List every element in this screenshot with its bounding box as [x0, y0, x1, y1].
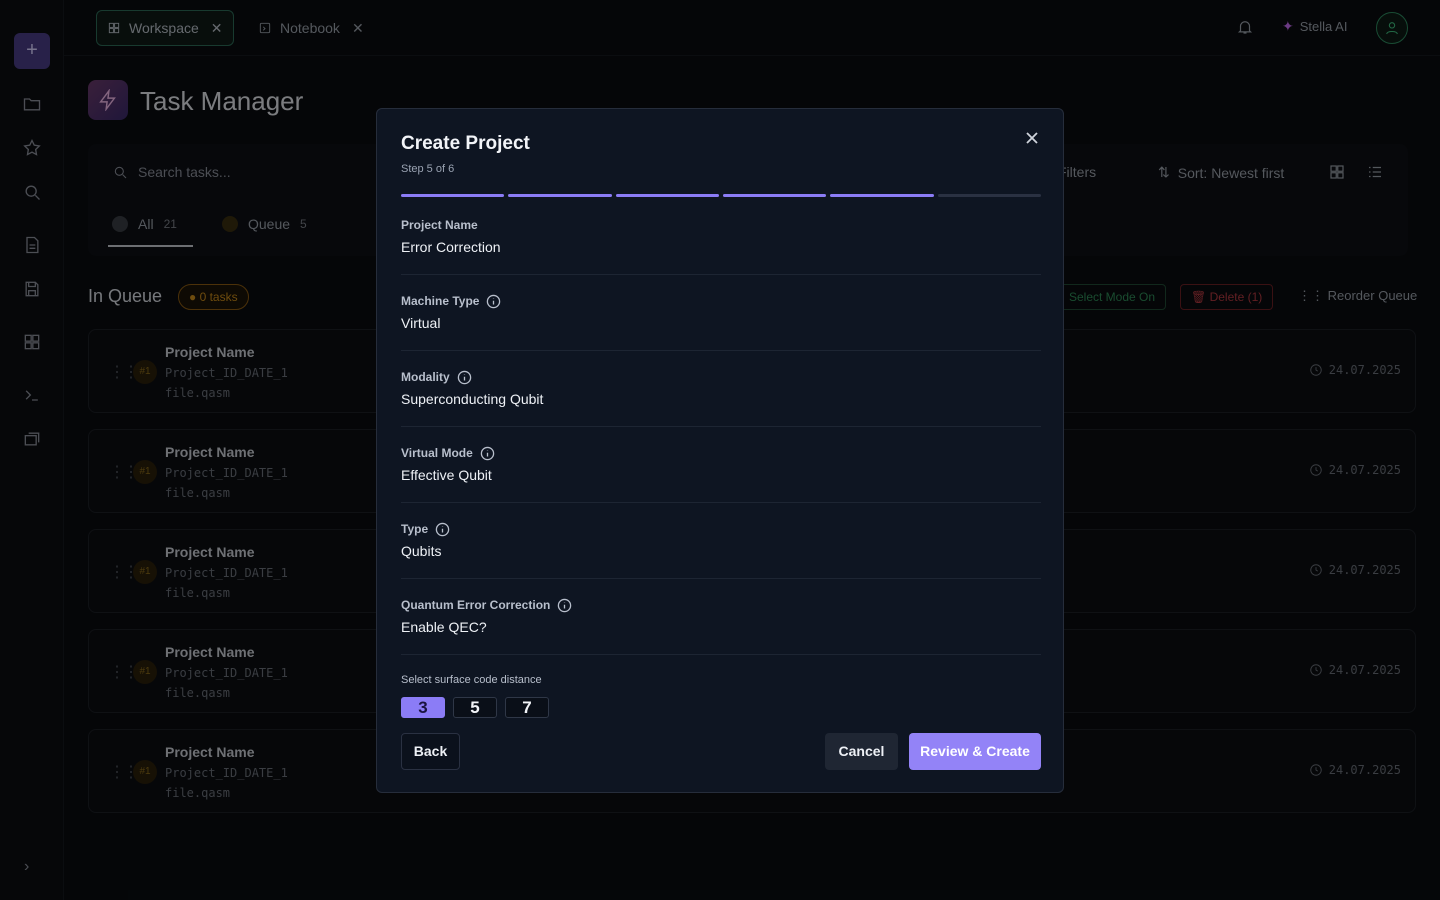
field-label-text: Modality	[401, 370, 450, 384]
cancel-button[interactable]: Cancel	[825, 733, 898, 770]
distance-option-7[interactable]: 7	[505, 697, 549, 718]
field-label-text: Type	[401, 522, 429, 536]
info-icon[interactable]	[435, 522, 450, 537]
distance-label: Select surface code distance	[401, 674, 542, 686]
progress-segment	[508, 194, 612, 197]
field-label: Virtual Mode	[401, 445, 1041, 461]
info-icon[interactable]	[480, 446, 495, 461]
field-label-text: Quantum Error Correction	[401, 598, 551, 612]
progress-segment	[615, 194, 719, 197]
field-value: Enable QEC?	[401, 619, 487, 635]
step-indicator: Step 5 of 6	[401, 163, 455, 175]
field-label: Type	[401, 521, 1041, 537]
info-icon[interactable]	[486, 294, 501, 309]
progress-segment	[401, 194, 505, 197]
progress-segment	[830, 194, 934, 197]
distance-option-5[interactable]: 5	[453, 697, 497, 718]
summary-field: Type Qubits	[401, 521, 1041, 579]
progress-segment	[937, 194, 1041, 197]
field-label: Modality	[401, 369, 1041, 385]
review-create-button[interactable]: Review & Create	[909, 733, 1041, 770]
dialog-title: Create Project	[401, 133, 530, 154]
field-value: Qubits	[401, 543, 442, 559]
distance-selector: 357	[401, 697, 549, 718]
field-label: Machine Type	[401, 293, 1041, 309]
field-label-text: Machine Type	[401, 294, 480, 308]
step-progress-bar	[401, 194, 1041, 198]
distance-option-3[interactable]: 3	[401, 697, 445, 718]
create-project-dialog: Create Project Step 5 of 6 Project Name E…	[376, 108, 1064, 793]
info-icon[interactable]	[557, 598, 572, 613]
field-value: Superconducting Qubit	[401, 391, 544, 407]
summary-field: Project Name Error Correction	[401, 217, 1041, 275]
progress-segment	[722, 194, 827, 197]
field-value: Virtual	[401, 315, 441, 331]
summary-field: Virtual Mode Effective Qubit	[401, 445, 1041, 503]
back-button[interactable]: Back	[401, 733, 460, 770]
field-label: Project Name	[401, 217, 1041, 233]
field-label: Quantum Error Correction	[401, 597, 1041, 613]
field-label-text: Project Name	[401, 218, 478, 232]
summary-field: Modality Superconducting Qubit	[401, 369, 1041, 427]
info-icon[interactable]	[457, 370, 472, 385]
close-icon[interactable]	[1025, 131, 1041, 147]
summary-field: Quantum Error Correction Enable QEC?	[401, 597, 1041, 655]
field-value: Error Correction	[401, 239, 501, 255]
field-label-text: Virtual Mode	[401, 446, 473, 460]
summary-field: Machine Type Virtual	[401, 293, 1041, 351]
field-value: Effective Qubit	[401, 467, 492, 483]
